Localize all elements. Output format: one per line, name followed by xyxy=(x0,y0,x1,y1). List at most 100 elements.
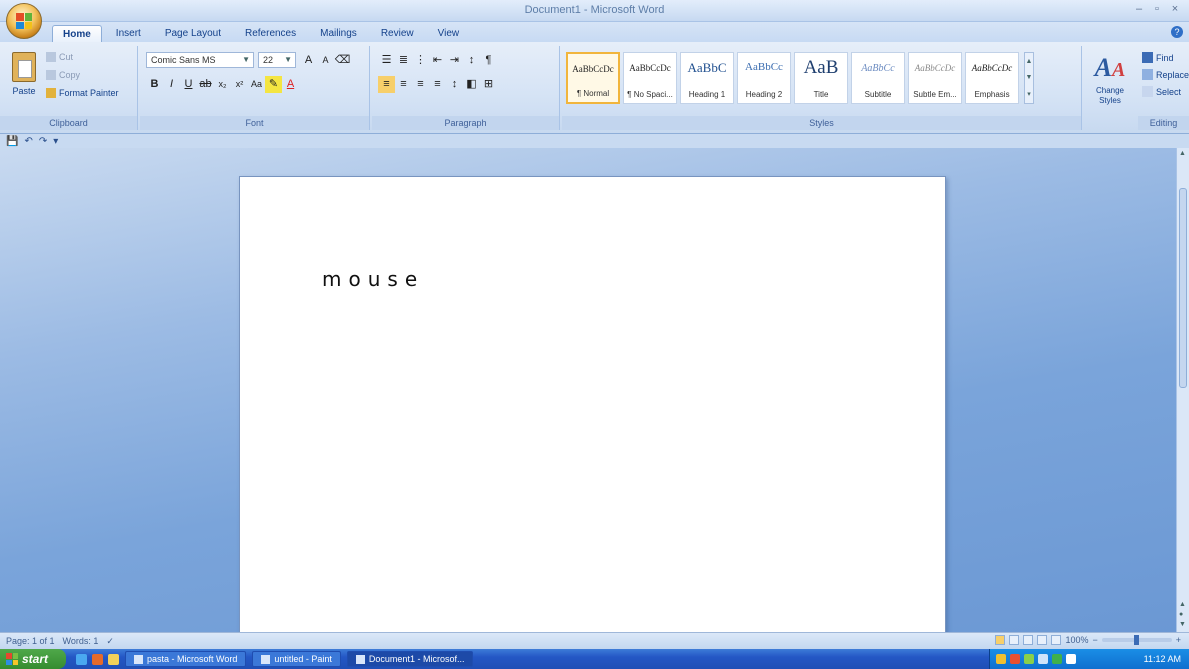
align-center-icon[interactable]: ≡ xyxy=(395,76,412,93)
clear-formatting-icon[interactable]: ⌫ xyxy=(334,52,351,69)
justify-icon[interactable]: ≡ xyxy=(429,76,446,93)
close-button[interactable]: × xyxy=(1169,3,1181,15)
taskbar-button-word-pasta[interactable]: pasta - Microsoft Word xyxy=(125,651,247,667)
strikethrough-icon[interactable]: ab xyxy=(197,76,214,93)
decrease-indent-icon[interactable]: ⇤ xyxy=(429,52,446,69)
subscript-icon[interactable]: x₂ xyxy=(214,76,231,93)
increase-indent-icon[interactable]: ⇥ xyxy=(446,52,463,69)
zoom-level[interactable]: 100% xyxy=(1065,635,1088,645)
outline-view-icon[interactable] xyxy=(1037,635,1048,645)
style-emphasis[interactable]: AaBbCcDc Emphasis xyxy=(965,52,1019,104)
bold-icon[interactable]: B xyxy=(146,76,163,93)
vertical-scrollbar[interactable]: ▲ ▲ ● ▼ xyxy=(1176,148,1189,632)
web-layout-icon[interactable] xyxy=(1023,635,1034,645)
browser-icon[interactable] xyxy=(76,653,87,665)
style-heading-2[interactable]: AaBbCc Heading 2 xyxy=(737,52,791,104)
zoom-slider[interactable] xyxy=(1101,635,1172,645)
bullets-icon[interactable]: ☰ xyxy=(378,52,395,69)
multilevel-list-icon[interactable]: ⋮ xyxy=(412,52,429,69)
proofing-icon[interactable]: ✓ xyxy=(106,636,114,647)
underline-icon[interactable]: U xyxy=(180,76,197,93)
format-painter-button[interactable]: Format Painter xyxy=(46,88,119,98)
pilcrow-icon[interactable]: ¶ xyxy=(480,52,497,69)
redo-icon[interactable]: ↷ xyxy=(39,136,47,147)
document-page[interactable]: mouse xyxy=(239,176,946,632)
style-normal[interactable]: AaBbCcDc ¶ Normal xyxy=(566,52,620,104)
zoom-out-icon[interactable]: − xyxy=(1092,635,1097,645)
maximize-button[interactable]: ▫ xyxy=(1151,3,1163,15)
style-title[interactable]: AaB Title xyxy=(794,52,848,104)
page-count[interactable]: Page: 1 of 1 xyxy=(6,636,55,646)
taskbar-button-paint[interactable]: untitled - Paint xyxy=(252,651,341,667)
numbering-icon[interactable]: ≣ xyxy=(395,52,412,69)
clock[interactable]: 11:12 AM xyxy=(1144,654,1181,664)
tab-insert[interactable]: Insert xyxy=(106,25,151,43)
office-button[interactable] xyxy=(6,3,42,39)
chevron-down-icon[interactable]: ▼ xyxy=(1026,74,1033,81)
select-button[interactable]: Select xyxy=(1142,86,1189,97)
zoom-in-icon[interactable]: + xyxy=(1176,635,1181,645)
help-icon[interactable]: ? xyxy=(1171,26,1183,38)
tab-page-layout[interactable]: Page Layout xyxy=(155,25,231,43)
highlight-icon[interactable]: ✎ xyxy=(265,76,282,93)
tab-references[interactable]: References xyxy=(235,25,306,43)
style-heading-1[interactable]: AaBbC Heading 1 xyxy=(680,52,734,104)
shrink-font-icon[interactable]: A xyxy=(317,52,334,69)
draft-view-icon[interactable] xyxy=(1051,635,1062,645)
full-screen-reading-icon[interactable] xyxy=(1009,635,1020,645)
more-icon[interactable]: ▾ xyxy=(1027,90,1031,98)
show-desktop-icon[interactable] xyxy=(108,653,119,665)
media-player-icon[interactable] xyxy=(92,653,103,665)
zoom-slider-knob[interactable] xyxy=(1134,635,1140,645)
volume-icon[interactable] xyxy=(1066,654,1076,664)
tray-icon[interactable] xyxy=(1024,654,1034,664)
document-text[interactable]: mouse xyxy=(322,267,424,291)
previous-page-icon[interactable]: ▲ xyxy=(1179,601,1186,608)
scroll-up-icon[interactable]: ▲ xyxy=(1179,150,1186,157)
align-right-icon[interactable]: ≡ xyxy=(412,76,429,93)
tab-home[interactable]: Home xyxy=(52,25,102,43)
sort-icon[interactable]: ↕ xyxy=(463,52,480,69)
clipboard-icon xyxy=(12,52,36,82)
style-no-spacing[interactable]: AaBbCcDc ¶ No Spaci... xyxy=(623,52,677,104)
security-icon[interactable] xyxy=(1052,654,1062,664)
tray-icon[interactable] xyxy=(996,654,1006,664)
browse-object-icon[interactable]: ● xyxy=(1179,611,1183,618)
replace-button[interactable]: Replace xyxy=(1142,69,1189,80)
grow-font-icon[interactable]: A xyxy=(300,52,317,69)
save-icon[interactable]: 💾 xyxy=(6,136,18,147)
taskbar-button-word-document1[interactable]: Document1 - Microsof... xyxy=(346,651,474,667)
chevron-up-icon[interactable]: ▲ xyxy=(1026,58,1033,65)
next-page-icon[interactable]: ▼ xyxy=(1179,621,1186,628)
change-styles-button[interactable]: AA Change Styles xyxy=(1088,52,1132,106)
tab-mailings[interactable]: Mailings xyxy=(310,25,367,43)
find-button[interactable]: Find xyxy=(1142,52,1189,63)
minimize-button[interactable]: – xyxy=(1133,3,1145,15)
font-name-select[interactable]: Comic Sans MS ▼ xyxy=(146,52,254,68)
cut-button[interactable]: Cut xyxy=(46,52,73,62)
network-icon[interactable] xyxy=(1038,654,1048,664)
scroll-thumb[interactable] xyxy=(1179,188,1187,388)
styles-gallery-scroll[interactable]: ▲ ▼ ▾ xyxy=(1024,52,1034,104)
undo-icon[interactable]: ↶ xyxy=(24,136,32,147)
change-case-icon[interactable]: Aa xyxy=(248,76,265,93)
copy-button[interactable]: Copy xyxy=(46,70,80,80)
word-count[interactable]: Words: 1 xyxy=(63,636,99,646)
tab-view[interactable]: View xyxy=(428,25,470,43)
italic-icon[interactable]: I xyxy=(163,76,180,93)
align-left-icon[interactable]: ≡ xyxy=(378,76,395,93)
tray-icon[interactable] xyxy=(1010,654,1020,664)
tab-review[interactable]: Review xyxy=(371,25,424,43)
line-spacing-icon[interactable]: ↕ xyxy=(446,76,463,93)
style-subtle-emphasis[interactable]: AaBbCcDc Subtle Em... xyxy=(908,52,962,104)
borders-icon[interactable]: ⊞ xyxy=(480,76,497,93)
customize-qat-icon[interactable]: ▾ xyxy=(53,136,58,147)
superscript-icon[interactable]: x² xyxy=(231,76,248,93)
font-color-icon[interactable]: A xyxy=(282,76,299,93)
font-size-select[interactable]: 22 ▼ xyxy=(258,52,296,68)
style-subtitle[interactable]: AaBbCc Subtitle xyxy=(851,52,905,104)
shading-icon[interactable]: ◧ xyxy=(463,76,480,93)
start-button[interactable]: start xyxy=(0,649,66,669)
paste-button[interactable]: Paste xyxy=(6,52,42,114)
print-layout-view-icon[interactable] xyxy=(995,635,1006,645)
